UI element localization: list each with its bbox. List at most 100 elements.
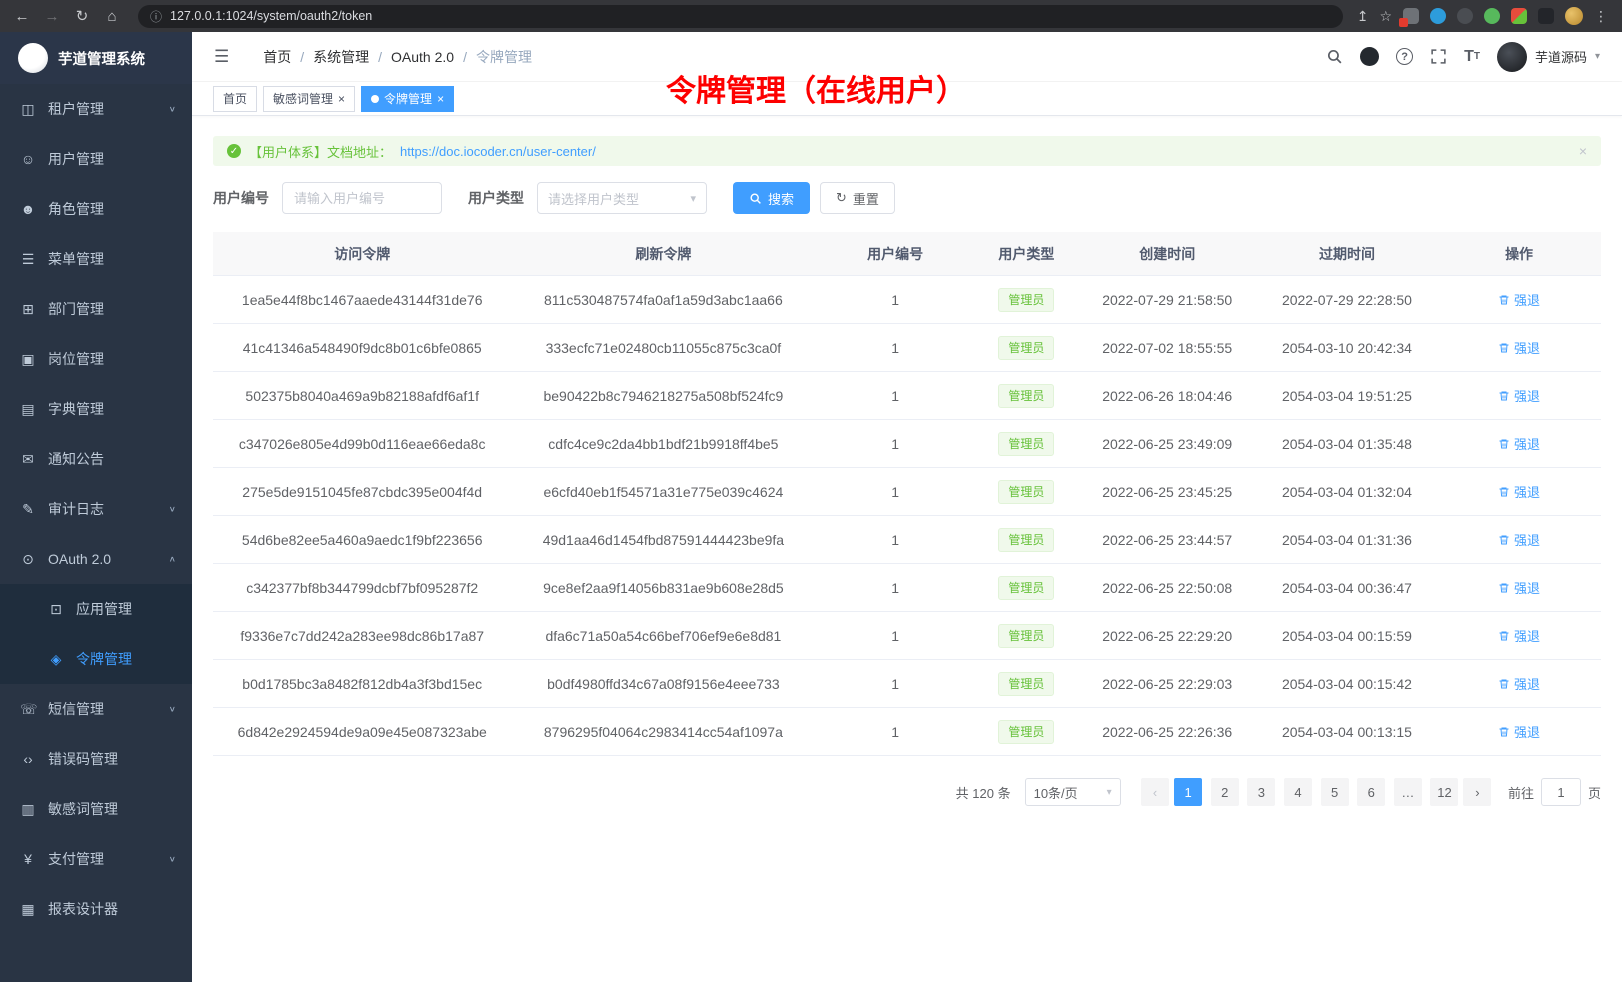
sidebar-item-report-designer[interactable]: ▦ 报表设计器 [0, 884, 192, 934]
sidebar-item-role[interactable]: ☻ 角色管理 [0, 184, 192, 234]
sidebar-item-oauth2[interactable]: ⊙ OAuth 2.0 ∧ [0, 534, 192, 584]
page-tab[interactable]: 令牌管理 × [361, 86, 454, 112]
page-button[interactable]: … [1394, 778, 1422, 806]
extension-icon-dark[interactable] [1457, 8, 1473, 24]
reset-button[interactable]: ↻ 重置 [820, 182, 895, 214]
extension-icon-square[interactable] [1538, 8, 1554, 24]
user-type-select[interactable]: 请选择用户类型 ▾ [537, 182, 707, 214]
breadcrumb-item[interactable]: 令牌管理 [476, 47, 532, 67]
fullscreen-icon[interactable] [1430, 48, 1447, 65]
table-row: f9336e7c7dd242a283ee98dc86b17a87 dfa6c71… [213, 612, 1601, 660]
created-time-cell: 2022-06-25 23:49:09 [1078, 436, 1257, 452]
force-logout-button[interactable]: 强退 [1498, 338, 1540, 357]
sidebar-item-error-code[interactable]: ‹› 错误码管理 [0, 734, 192, 784]
prev-page-button[interactable]: ‹ [1141, 778, 1169, 806]
user-menu[interactable]: 芋道源码 ▾ [1497, 42, 1600, 72]
app-logo[interactable]: 芋道管理系统 [0, 32, 192, 84]
search-button[interactable]: 搜索 [733, 182, 810, 214]
user-type-tag: 管理员 [998, 336, 1054, 360]
extension-icon-grid[interactable] [1403, 8, 1419, 24]
tab-close-icon[interactable]: × [338, 93, 345, 105]
extension-icon-green[interactable] [1484, 8, 1500, 24]
sidebar-item-sms[interactable]: ☏ 短信管理 ∨ [0, 684, 192, 734]
expire-time-cell: 2022-07-29 22:28:50 [1257, 292, 1437, 308]
sidebar-item-menu[interactable]: ☰ 菜单管理 [0, 234, 192, 284]
refresh-token-cell: e6cfd40eb1f54571a31e775e039c4624 [511, 484, 815, 500]
search-icon[interactable] [1326, 48, 1343, 65]
goto-page-input[interactable] [1541, 778, 1581, 806]
next-page-button[interactable]: › [1463, 778, 1491, 806]
sidebar-item-oauth2-app[interactable]: ⊡ 应用管理 [0, 584, 192, 634]
page-button[interactable]: 5 [1321, 778, 1349, 806]
breadcrumb-item[interactable]: 首页 [263, 47, 291, 67]
sidebar-item-oauth2-token[interactable]: ◈ 令牌管理 [0, 634, 192, 684]
extension-icon-puzzle[interactable] [1511, 8, 1527, 24]
token-broadcast-icon: ◈ [48, 651, 64, 668]
user-type-tag: 管理员 [998, 288, 1054, 312]
column-header: 用户类型 [975, 244, 1078, 264]
force-logout-button[interactable]: 强退 [1498, 482, 1540, 501]
extension-icon-blue[interactable] [1430, 8, 1446, 24]
page-size-select[interactable]: 10条/页 ▾ [1025, 778, 1121, 806]
browser-profile-avatar[interactable] [1565, 7, 1583, 25]
force-logout-button[interactable]: 强退 [1498, 674, 1540, 693]
refresh-token-cell: 49d1aa46d1454fbd87591444423be9fa [511, 532, 815, 548]
alert-close-icon[interactable]: × [1579, 143, 1587, 159]
font-size-icon[interactable]: TT [1464, 48, 1480, 66]
browser-menu-kebab-icon[interactable]: ⋮ [1594, 8, 1608, 25]
breadcrumb-item[interactable]: 系统管理 [313, 47, 369, 67]
tab-close-icon[interactable]: × [437, 93, 444, 105]
help-icon[interactable]: ? [1396, 48, 1413, 65]
share-icon[interactable]: ↥ [1357, 8, 1369, 25]
sidebar-item-pay[interactable]: ¥ 支付管理 ∨ [0, 834, 192, 884]
url-text: 127.0.0.1:1024/system/oauth2/token [170, 9, 372, 23]
sidebar-menu: ◫ 租户管理 ∨ ☺ 用户管理 ☻ 角色管理 [0, 84, 192, 982]
delete-icon [1498, 726, 1510, 738]
browser-home-button[interactable]: ⌂ [100, 4, 124, 28]
page-button[interactable]: 2 [1211, 778, 1239, 806]
page-button[interactable]: 3 [1247, 778, 1275, 806]
user-id-input[interactable] [282, 182, 442, 214]
created-time-cell: 2022-07-02 18:55:55 [1078, 340, 1257, 356]
force-logout-button[interactable]: 强退 [1498, 386, 1540, 405]
page-button[interactable]: 12 [1430, 778, 1458, 806]
force-logout-button[interactable]: 强退 [1498, 578, 1540, 597]
sidebar-item-sensitive-word[interactable]: ▥ 敏感词管理 [0, 784, 192, 834]
sidebar-item-tenant[interactable]: ◫ 租户管理 ∨ [0, 84, 192, 134]
force-logout-button[interactable]: 强退 [1498, 626, 1540, 645]
sidebar-item-audit-log[interactable]: ✎ 审计日志 ∨ [0, 484, 192, 534]
browser-forward-button[interactable]: → [40, 4, 64, 28]
page-button[interactable]: 4 [1284, 778, 1312, 806]
user-id-cell: 1 [815, 628, 975, 644]
doc-link[interactable]: https://doc.iocoder.cn/user-center/ [400, 144, 596, 159]
browser-back-button[interactable]: ← [10, 4, 34, 28]
force-logout-button[interactable]: 强退 [1498, 290, 1540, 309]
sidebar-item-post[interactable]: ▣ 岗位管理 [0, 334, 192, 384]
user-type-cell: 管理员 [975, 288, 1078, 312]
page-jump: 前往 页 [1508, 778, 1601, 806]
access-token-cell: 1ea5e44f8bc1467aaede43144f31de76 [213, 292, 511, 308]
error-code-icon: ‹› [20, 751, 36, 767]
sidebar-item-user[interactable]: ☺ 用户管理 [0, 134, 192, 184]
page-tab[interactable]: 敏感词管理 × [263, 86, 355, 112]
page-tab[interactable]: 首页 × [213, 86, 257, 112]
sidebar-item-dict[interactable]: ▤ 字典管理 [0, 384, 192, 434]
browser-actions: ↥ ☆ ⋮ [1357, 7, 1612, 25]
menu-list-icon: ☰ [20, 251, 36, 268]
browser-reload-button[interactable]: ↻ [70, 4, 94, 28]
page-button[interactable]: 1 [1174, 778, 1202, 806]
force-logout-button[interactable]: 强退 [1498, 434, 1540, 453]
github-icon[interactable] [1360, 47, 1379, 66]
delete-icon [1498, 390, 1510, 402]
sidebar-item-dept[interactable]: ⊞ 部门管理 [0, 284, 192, 334]
bookmark-star-icon[interactable]: ☆ [1379, 8, 1392, 25]
force-logout-button[interactable]: 强退 [1498, 530, 1540, 549]
sidebar-item-notice[interactable]: ✉ 通知公告 [0, 434, 192, 484]
sidebar-toggle-icon[interactable]: ☰ [214, 47, 229, 67]
force-logout-button[interactable]: 强退 [1498, 722, 1540, 741]
breadcrumb-item[interactable]: OAuth 2.0 [391, 49, 454, 65]
page-button[interactable]: 6 [1357, 778, 1385, 806]
address-bar[interactable]: ⓘ 127.0.0.1:1024/system/oauth2/token [138, 5, 1343, 28]
user-type-tag: 管理员 [998, 624, 1054, 648]
site-info-icon[interactable]: ⓘ [150, 8, 162, 25]
